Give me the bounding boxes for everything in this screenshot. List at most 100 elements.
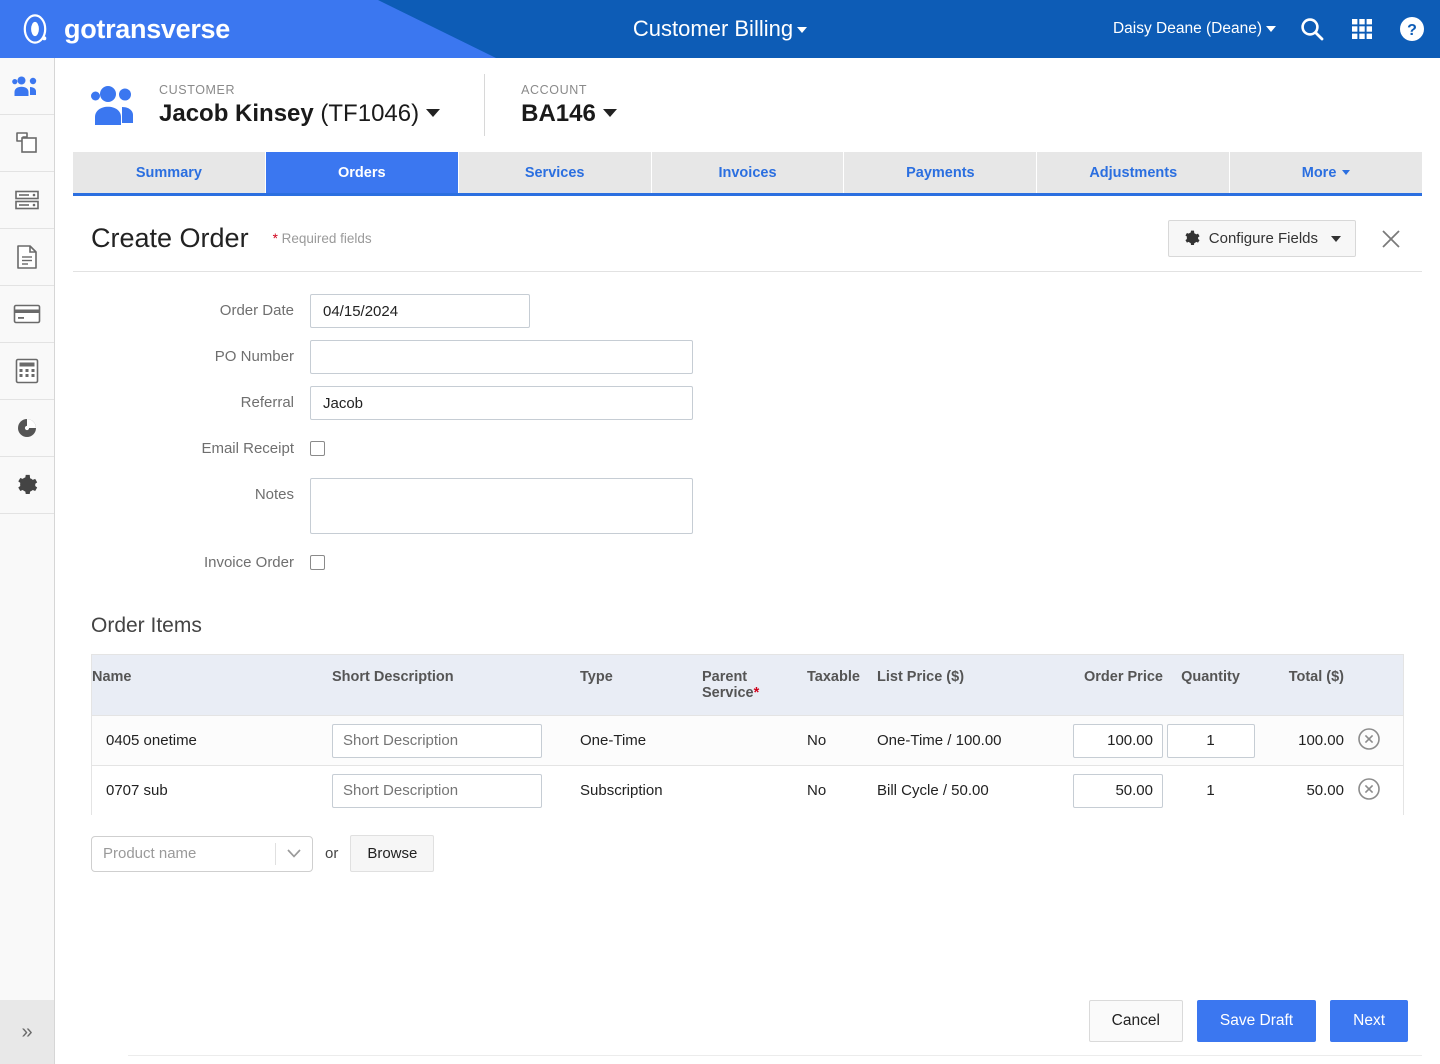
sidebar-item-payments[interactable]	[0, 286, 54, 343]
tab-label: Orders	[338, 164, 386, 181]
field-row-referral: Referral	[55, 386, 1440, 420]
invoice-order-checkbox[interactable]	[310, 555, 325, 570]
cell-name: 0405 onetime	[106, 732, 197, 749]
order-price-input[interactable]	[1073, 773, 1163, 808]
tab-summary[interactable]: Summary	[73, 152, 266, 193]
notes-label: Notes	[254, 486, 294, 503]
page-title: Create Order	[91, 223, 249, 253]
order-date-input[interactable]	[310, 294, 530, 328]
header-right-actions: Daisy Deane (Deane) ?	[1113, 0, 1426, 58]
cell-name: 0707 sub	[106, 782, 168, 799]
credit-card-icon	[13, 304, 41, 324]
product-name-select[interactable]: Product name	[91, 835, 313, 872]
tab-orders[interactable]: Orders	[265, 152, 459, 193]
column-header-actions	[1344, 655, 1394, 715]
help-icon[interactable]: ?	[1398, 15, 1426, 43]
configure-fields-label: Configure Fields	[1208, 230, 1318, 247]
search-icon[interactable]	[1298, 15, 1326, 43]
field-row-notes: Notes	[55, 478, 1440, 534]
invoice-order-label: Invoice Order	[203, 554, 294, 571]
order-price-input[interactable]	[1073, 723, 1163, 758]
chevron-down-icon	[1266, 25, 1276, 32]
order-items-title: Order Items	[91, 614, 202, 637]
tab-services[interactable]: Services	[458, 152, 652, 193]
cell-short-description	[332, 773, 580, 808]
tab-payments[interactable]: Payments	[844, 152, 1038, 193]
brand-name: gotransverse	[64, 13, 230, 44]
sidebar-expand-button[interactable]: »	[0, 1000, 54, 1064]
column-header-parent-service-text: Parent Service	[702, 669, 754, 701]
main-content: CUSTOMER Jacob Kinsey (TF1046) ACCOUNT B…	[55, 58, 1440, 1064]
customer-value: Jacob Kinsey (TF1046)	[159, 99, 441, 128]
tab-more[interactable]: More	[1230, 152, 1423, 193]
account-value: BA146	[521, 99, 596, 127]
sidebar-item-database[interactable]	[0, 172, 54, 229]
section-tabs: Summary Orders Services Invoices Payment…	[73, 152, 1423, 196]
sidebar-item-documents[interactable]	[0, 229, 54, 286]
short-description-input[interactable]	[332, 773, 542, 808]
close-icon	[1382, 229, 1400, 248]
sidebar-item-calculator[interactable]	[0, 343, 54, 400]
sidebar-item-products[interactable]	[0, 115, 54, 172]
create-order-form: Order Date PO Number Referral Email Rece…	[55, 272, 1440, 580]
column-header-list-price: List Price ($)	[877, 669, 965, 685]
notes-textarea[interactable]	[310, 478, 693, 534]
brand-logo-area[interactable]: gotransverse	[18, 0, 230, 58]
short-description-input[interactable]	[332, 723, 542, 758]
chevron-down-icon[interactable]	[602, 108, 617, 117]
app-title-dropdown[interactable]: Customer Billing	[633, 16, 808, 42]
account-value-row: BA146	[521, 100, 617, 128]
customers-icon	[12, 76, 37, 96]
quantity-input[interactable]	[1166, 723, 1255, 758]
sidebar-item-settings[interactable]	[0, 457, 54, 514]
close-button[interactable]	[1378, 226, 1404, 252]
email-receipt-checkbox[interactable]	[310, 441, 325, 456]
next-button[interactable]: Next	[1330, 1000, 1408, 1042]
sidebar-item-customers[interactable]	[0, 58, 54, 115]
cancel-button[interactable]: Cancel	[1088, 1000, 1183, 1042]
chevron-down-icon	[797, 27, 808, 34]
column-header-short-description: Short Description	[332, 669, 454, 685]
tab-label: Payments	[906, 164, 975, 181]
cell-quantity	[1163, 723, 1258, 758]
apps-grid-icon[interactable]	[1348, 15, 1376, 43]
column-header-order-price: Order Price	[1084, 669, 1163, 685]
dashboard-gauge-icon	[18, 419, 36, 437]
tab-label: Services	[524, 164, 585, 181]
cell-type: Subscription	[580, 782, 663, 799]
user-name-label: Daisy Deane (Deane)	[1112, 20, 1262, 37]
cell-order-price	[1070, 773, 1163, 808]
sidebar-item-dashboard[interactable]	[0, 400, 54, 457]
customer-name: Jacob Kinsey	[159, 99, 314, 127]
order-date-label: Order Date	[219, 302, 294, 319]
sidebar-expand-label: »	[21, 1020, 33, 1043]
customer-block[interactable]: CUSTOMER Jacob Kinsey (TF1046)	[159, 83, 441, 128]
cell-order-price	[1070, 723, 1163, 758]
configure-fields-button[interactable]: Configure Fields	[1167, 220, 1356, 257]
field-row-email-receipt: Email Receipt	[55, 432, 1440, 466]
customer-context-bar: CUSTOMER Jacob Kinsey (TF1046) ACCOUNT B…	[55, 58, 1440, 152]
order-items-table: Name Short Description Type Parent Servi…	[91, 654, 1404, 815]
required-star: *	[753, 685, 760, 701]
tab-label: Adjustments	[1089, 164, 1178, 181]
gear-settings-icon	[18, 474, 38, 495]
page-header: Create Order * Required fields Configure…	[73, 196, 1422, 272]
cell-delete	[1344, 727, 1394, 755]
chevron-down-icon	[1331, 235, 1341, 242]
browse-button[interactable]: Browse	[350, 835, 435, 872]
calculator-icon	[15, 358, 39, 384]
tab-label: Invoices	[718, 164, 777, 181]
remove-circle-icon[interactable]	[1357, 727, 1381, 755]
tab-invoices[interactable]: Invoices	[651, 152, 845, 193]
email-receipt-label: Email Receipt	[201, 440, 294, 457]
user-menu[interactable]: Daisy Deane (Deane)	[1113, 20, 1276, 38]
cell-list-price: Bill Cycle / 50.00	[877, 782, 989, 799]
save-draft-button[interactable]: Save Draft	[1196, 1000, 1317, 1042]
po-number-input[interactable]	[310, 340, 693, 374]
remove-circle-icon[interactable]	[1357, 777, 1381, 805]
chevron-down-icon[interactable]	[426, 108, 441, 117]
tab-adjustments[interactable]: Adjustments	[1037, 152, 1231, 193]
referral-input[interactable]	[310, 386, 693, 420]
account-block[interactable]: ACCOUNT BA146	[521, 83, 617, 128]
field-row-invoice-order: Invoice Order	[55, 546, 1440, 580]
